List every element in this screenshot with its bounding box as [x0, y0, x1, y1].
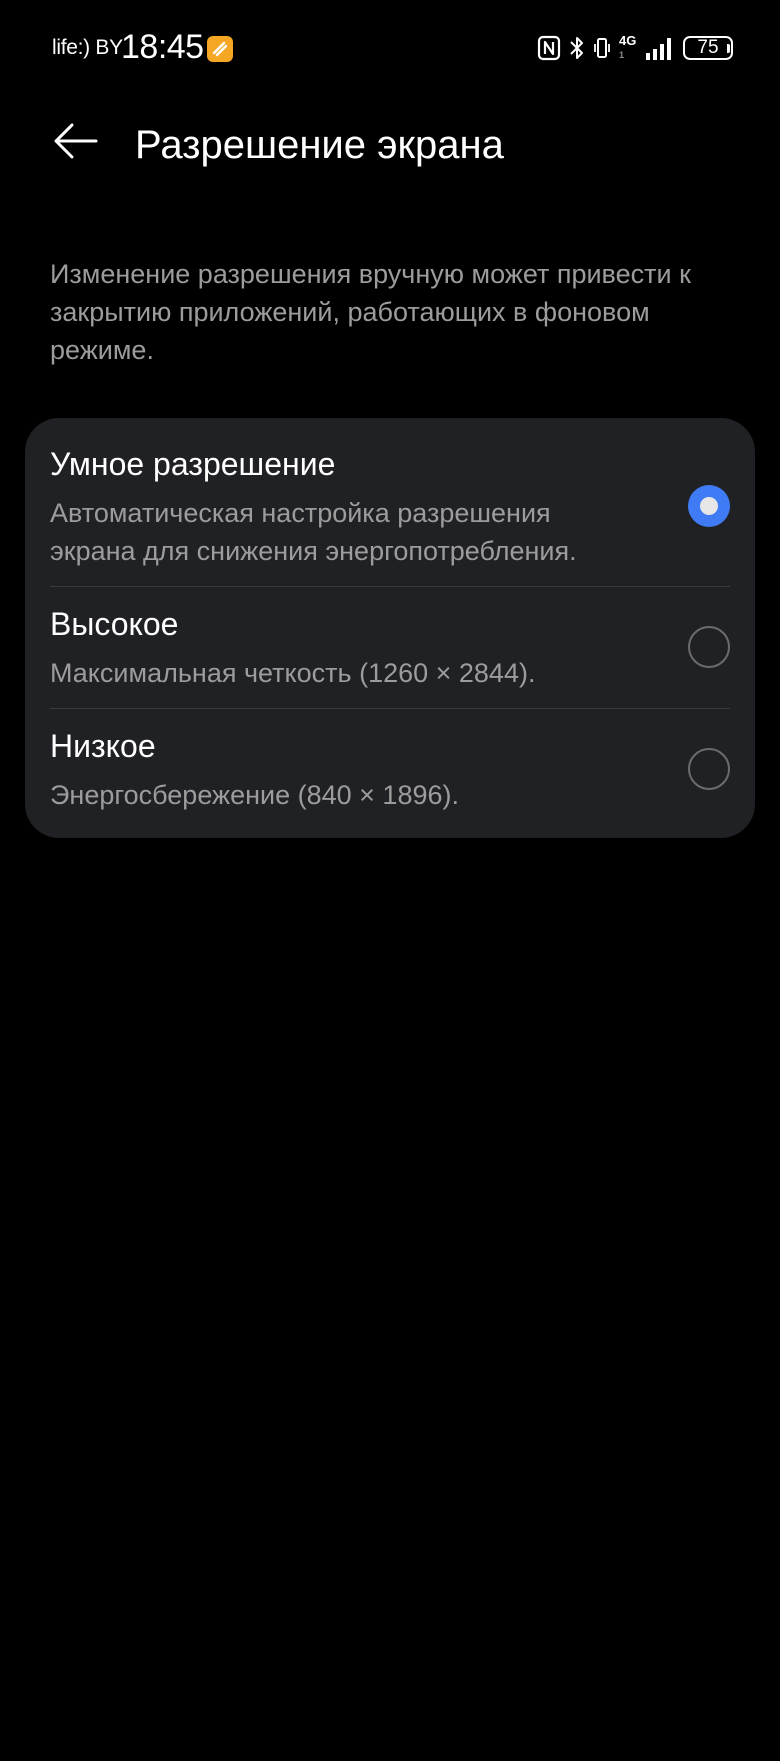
option-description: Максимальная четкость (1260 × 2844). [50, 658, 536, 688]
radio-button[interactable] [688, 748, 730, 790]
option-title: Высокое [50, 606, 179, 642]
option-description: Автоматическая настройка разрешения экра… [50, 498, 577, 566]
option-smart-resolution[interactable]: Умное разрешение Автоматическая настройк… [25, 418, 755, 585]
network-type-label: 4G [619, 33, 637, 48]
bluetooth-icon [569, 35, 585, 61]
page-title: Разрешение экрана [135, 123, 504, 167]
battery-level: 75 [683, 36, 733, 60]
signal-strength-icon [645, 35, 675, 61]
option-title: Умное разрешение [50, 446, 336, 482]
battery-icon: 75 [683, 36, 733, 60]
status-clock: 18:45 [121, 28, 204, 66]
vibration-icon [593, 35, 611, 61]
status-bar: life:) BY 18:45 4G 1 75 [0, 0, 780, 96]
option-low-resolution[interactable]: Низкое Энергосбережение (840 × 1896). [25, 709, 755, 838]
warning-description: Изменение разрешения вручную может приве… [50, 259, 691, 365]
carrier-label: life:) BY [52, 36, 123, 59]
back-button[interactable] [48, 116, 102, 170]
option-title: Низкое [50, 728, 156, 764]
arrow-left-icon [52, 121, 98, 166]
network-type-icon: 4G 1 [619, 33, 637, 63]
option-description: Энергосбережение (840 × 1896). [50, 780, 459, 810]
option-high-resolution[interactable]: Высокое Максимальная четкость (1260 × 28… [25, 587, 755, 708]
nfc-icon [537, 35, 561, 61]
resolution-options-card: Умное разрешение Автоматическая настройк… [25, 418, 755, 838]
radio-button[interactable] [688, 626, 730, 668]
network-sim-label: 1 [619, 50, 625, 60]
radio-button-selected[interactable] [688, 485, 730, 527]
app-notification-icon [207, 36, 233, 62]
